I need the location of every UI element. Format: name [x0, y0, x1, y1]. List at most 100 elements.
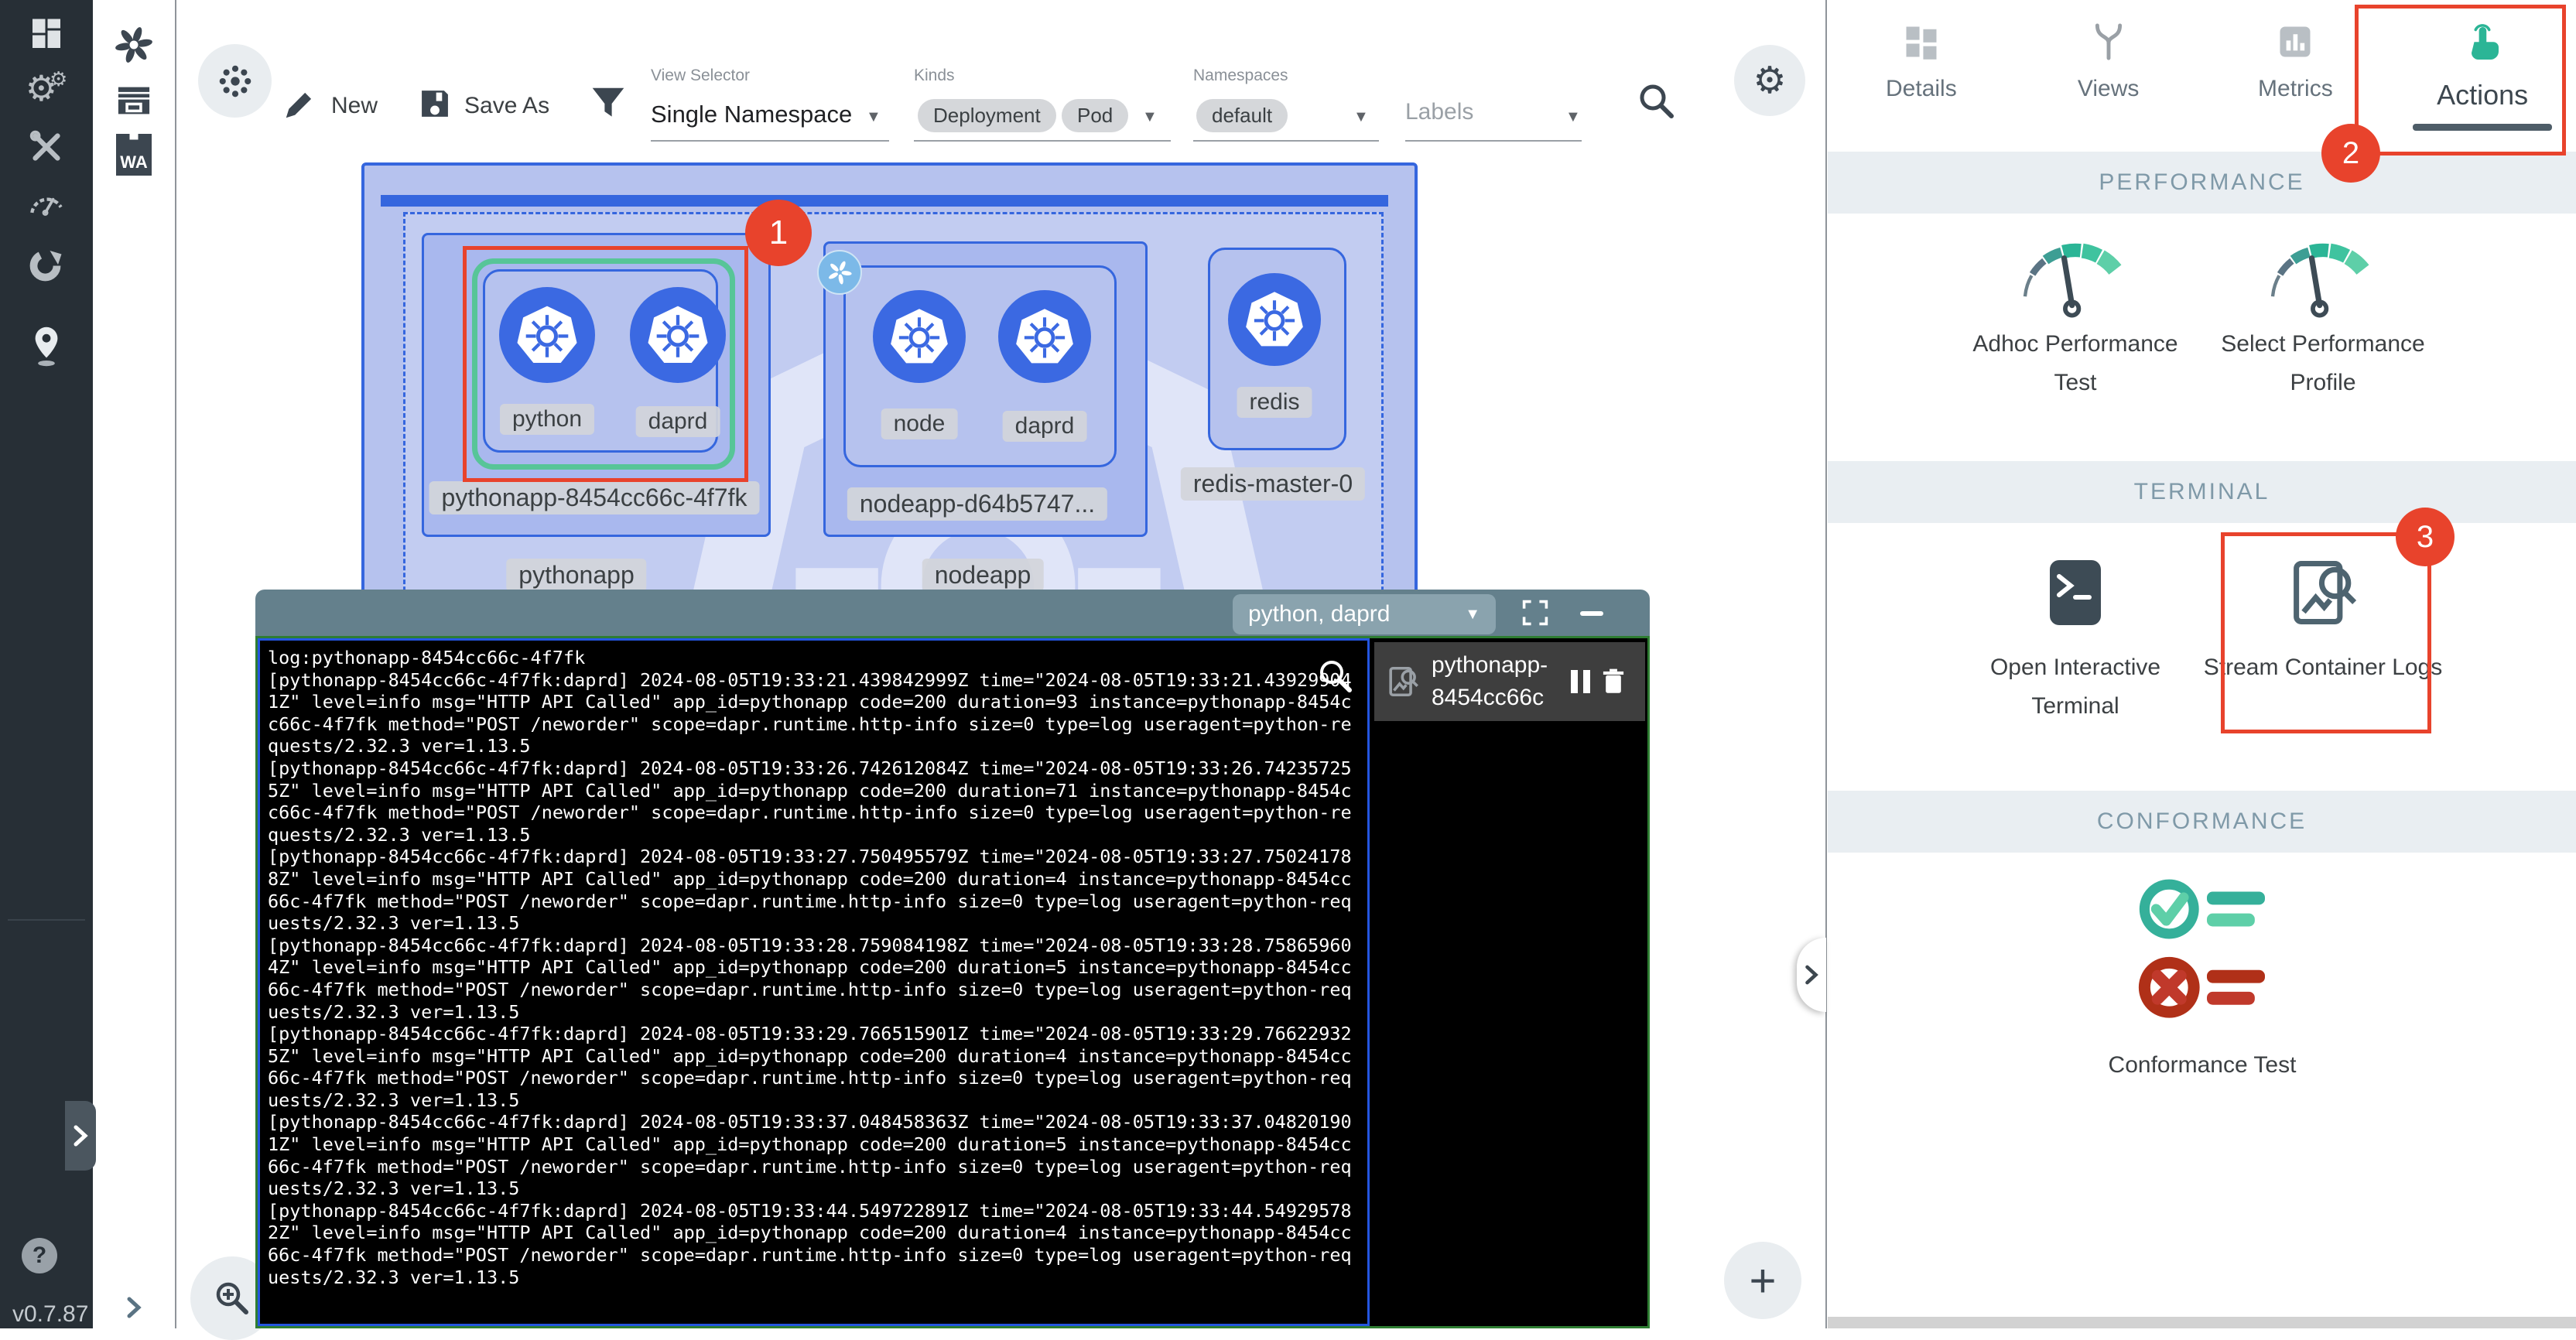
stream-logs-icon: [1385, 664, 1421, 699]
select-performance-profile-label: Select Performance Profile: [2199, 325, 2447, 402]
tab-label: Metrics: [2258, 76, 2333, 102]
panel-divider: [1825, 0, 1827, 1328]
terminal-window: python, daprd ▼ log:pythonapp-8454cc66c-…: [255, 590, 1650, 1328]
annotation-badge-1: 1: [745, 200, 812, 266]
kinds-label: Kinds: [914, 67, 955, 85]
gauge-icon[interactable]: [0, 179, 93, 226]
settings-gears-icon[interactable]: ⚙⚙: [0, 65, 93, 111]
location-pin-icon[interactable]: [0, 323, 93, 370]
open-interactive-terminal-button[interactable]: [2038, 555, 2112, 634]
container-redis-icon[interactable]: [1228, 273, 1321, 366]
namespace-chip-default[interactable]: default: [1196, 99, 1288, 132]
settings-gear-button[interactable]: ⚙: [1734, 45, 1805, 116]
adhoc-performance-test-label: Adhoc Performance Test: [1952, 325, 2199, 402]
add-button[interactable]: +: [1724, 1242, 1801, 1319]
conformance-icon: [2137, 874, 2277, 1037]
log-output[interactable]: log:pythonapp-8454cc66c-4f7fk [pythonapp…: [258, 638, 1370, 1326]
help-icon[interactable]: ?: [22, 1238, 57, 1273]
new-button[interactable]: New: [331, 93, 378, 119]
search-icon[interactable]: [1636, 80, 1676, 125]
labels-caret-icon[interactable]: ▼: [1565, 108, 1581, 126]
secondary-rail: [93, 0, 175, 1328]
view-selector-caret-icon[interactable]: ▼: [866, 108, 881, 126]
pod-name-label: pythonapp-8454cc66c-4f7fk: [429, 481, 760, 514]
log-session-label: pythonapp-8454cc66c: [1432, 649, 1569, 714]
log-entry: [pythonapp-8454cc66c-4f7fk:daprd] 2024-0…: [268, 935, 1360, 1023]
log-entry: [pythonapp-8454cc66c-4f7fk:daprd] 2024-0…: [268, 846, 1360, 934]
container-label: daprd: [1003, 411, 1087, 442]
conformance-test-label: Conformance Test: [2078, 1046, 2326, 1085]
panel-collapse-button[interactable]: [1797, 938, 1826, 1012]
kinds-underline: [914, 140, 1171, 142]
gauge-profile-icon: [2255, 229, 2391, 319]
conformance-test-button[interactable]: [2137, 874, 2277, 1041]
container-daprd-icon[interactable]: [998, 290, 1091, 383]
wa-badge: WA: [116, 134, 152, 176]
pause-icon[interactable]: [1569, 668, 1592, 695]
save-as-button[interactable]: Save As: [464, 93, 549, 119]
labels-underline: [1405, 140, 1582, 142]
namespaces-caret-icon[interactable]: ▼: [1353, 108, 1369, 126]
select-performance-profile-button[interactable]: [2255, 229, 2391, 323]
container-label: node: [881, 408, 958, 439]
minimize-icon[interactable]: [1580, 611, 1603, 616]
metrics-icon: [2275, 22, 2315, 62]
spinner-logo-icon[interactable]: [93, 20, 175, 70]
log-entry: [pythonapp-8454cc66c-4f7fk:daprd] 2024-0…: [268, 1111, 1360, 1199]
cluster-header-bar: [381, 195, 1388, 207]
save-icon: [418, 87, 452, 125]
version-label: v0.7.87: [12, 1301, 88, 1328]
pod-name-label: redis-master-0: [1181, 467, 1365, 501]
sidebar-divider: [8, 919, 85, 921]
dashboard-icon[interactable]: [0, 11, 93, 57]
section-header-terminal: TERMINAL: [1828, 461, 2576, 523]
kind-chip-deployment[interactable]: Deployment: [918, 99, 1056, 132]
annotation-badge-2: 2: [2321, 124, 2380, 183]
annotation-rect-2: [2355, 5, 2566, 156]
container-node-icon[interactable]: [873, 290, 966, 383]
section-header-conformance: CONFORMANCE: [1828, 791, 2576, 853]
adhoc-performance-test-button[interactable]: [2007, 229, 2143, 323]
right-panel: Details Views Metrics Actions PERFORMANC…: [1828, 0, 2576, 1328]
pencil-icon: [282, 87, 317, 126]
tools-icon[interactable]: [0, 124, 93, 170]
view-selector-value[interactable]: Single Namespace: [651, 101, 852, 128]
k8s-flower-button[interactable]: [198, 44, 272, 118]
log-session-item[interactable]: pythonapp-8454cc66c: [1374, 642, 1645, 721]
annotation-rect-1: [463, 246, 748, 482]
dropdown-caret-icon: ▼: [1465, 606, 1480, 624]
trash-icon[interactable]: [1600, 668, 1627, 696]
container-selector-value: python, daprd: [1248, 601, 1390, 627]
archive-icon[interactable]: [93, 76, 175, 125]
annotation-badge-3: 3: [2396, 508, 2455, 566]
log-header-line: log:pythonapp-8454cc66c-4f7fk: [268, 647, 1360, 669]
open-interactive-terminal-label: Open Interactive Terminal: [1952, 648, 2199, 726]
chart-donut-icon[interactable]: [0, 241, 93, 288]
magnifier-cursor-icon: [1317, 658, 1354, 699]
tab-views[interactable]: Views: [2015, 0, 2202, 149]
deployment-name-label: nodeapp: [922, 559, 1044, 592]
log-sessions-panel: pythonapp-8454cc66c: [1372, 638, 1647, 1326]
section-header-performance: PERFORMANCE: [1828, 152, 2576, 214]
rail-divider: [175, 0, 176, 1328]
namespaces-label: Namespaces: [1193, 67, 1288, 85]
wa-plugin-icon[interactable]: WA: [93, 130, 175, 179]
container-selector-dropdown[interactable]: python, daprd ▼: [1233, 594, 1496, 634]
log-entry: [pythonapp-8454cc66c-4f7fk:daprd] 2024-0…: [268, 1023, 1360, 1111]
fullscreen-icon[interactable]: [1521, 599, 1549, 631]
sidebar-expand-button[interactable]: [65, 1101, 96, 1171]
views-icon: [2089, 22, 2129, 62]
terminal-header[interactable]: python, daprd ▼: [255, 590, 1650, 636]
tab-details[interactable]: Details: [1828, 0, 2015, 149]
labels-filter-value[interactable]: Labels: [1405, 99, 1473, 125]
view-selector-underline: [651, 140, 889, 142]
panel-scrollbar-strip[interactable]: [1828, 1317, 2576, 1328]
filter-icon[interactable]: [590, 85, 627, 126]
gauge-performance-icon: [2007, 229, 2143, 319]
kind-chip-pod[interactable]: Pod: [1062, 99, 1128, 132]
kinds-caret-icon[interactable]: ▼: [1142, 108, 1158, 126]
rail-expand-icon[interactable]: [93, 1283, 175, 1332]
dapr-badge-icon: [817, 250, 862, 295]
details-icon: [1901, 22, 1941, 62]
deployment-name-label: pythonapp: [506, 559, 646, 592]
